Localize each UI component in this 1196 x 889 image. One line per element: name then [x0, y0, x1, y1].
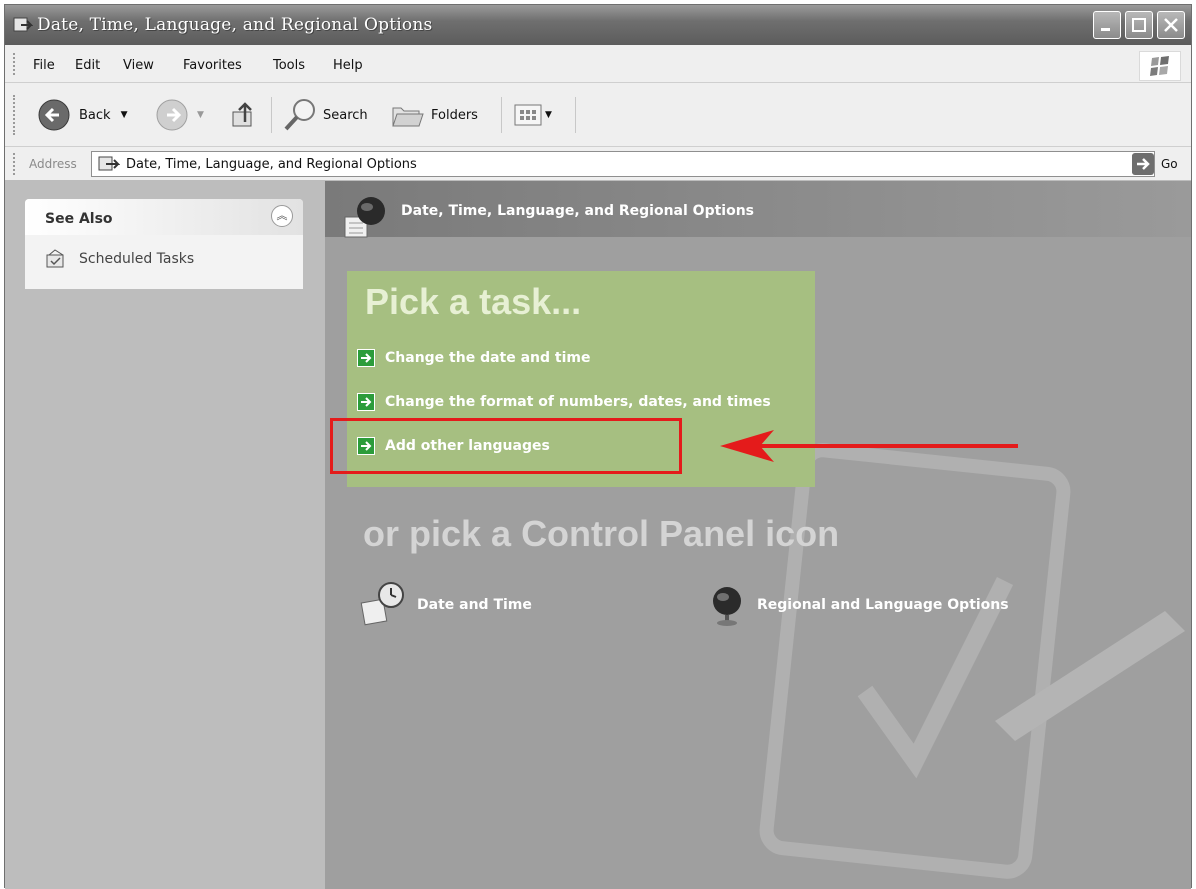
back-button[interactable]: Back ▼: [37, 95, 127, 135]
menu-file[interactable]: File: [33, 58, 55, 73]
close-button[interactable]: [1157, 11, 1185, 39]
chevron-up-icon: ︽: [276, 209, 288, 222]
standard-toolbar: Back ▼ ▼ Search Folders ▼: [5, 83, 1191, 147]
see-also-header[interactable]: See Also ︽: [25, 199, 303, 235]
toolbar-separator: [271, 97, 272, 133]
regional-language-label: Regional and Language Options: [757, 597, 1009, 613]
address-bar: Address Date, Time, Language, and Region…: [5, 147, 1191, 181]
maximize-button[interactable]: [1125, 11, 1153, 39]
globe-icon: [713, 587, 741, 626]
task-sidebar: See Also ︽ Scheduled Tasks: [5, 181, 325, 889]
menu-bar: File Edit View Favorites Tools Help: [5, 45, 1191, 83]
maximize-icon: [1132, 18, 1146, 32]
date-and-time-item[interactable]: Date and Time: [359, 579, 532, 631]
folders-label: Folders: [431, 107, 478, 123]
menu-help[interactable]: Help: [333, 58, 363, 73]
see-also-panel: See Also ︽ Scheduled Tasks: [25, 199, 303, 289]
date-time-globe-icon: [344, 197, 385, 238]
main-content: Date, Time, Language, and Regional Optio…: [325, 181, 1191, 889]
arrow-right-icon: [357, 393, 375, 411]
task-change-date-time[interactable]: Change the date and time: [357, 349, 591, 367]
checklist-watermark-icon: [759, 443, 1185, 879]
address-grip[interactable]: [13, 153, 18, 175]
regional-language-options-item[interactable]: Regional and Language Options: [705, 579, 1009, 631]
arrow-right-icon: [357, 349, 375, 367]
search-label: Search: [323, 107, 368, 123]
address-input[interactable]: Date, Time, Language, and Regional Optio…: [91, 151, 1155, 177]
scheduled-tasks-label: Scheduled Tasks: [79, 251, 195, 267]
views-button[interactable]: ▼: [513, 95, 552, 135]
folders-button[interactable]: Folders: [389, 95, 478, 135]
windows-logo: [1139, 51, 1181, 81]
category-title: Date, Time, Language, and Regional Optio…: [401, 203, 754, 219]
minimize-button[interactable]: [1093, 11, 1121, 39]
or-pick-icon-title: or pick a Control Panel icon: [363, 513, 840, 554]
minimize-icon: [1101, 28, 1110, 31]
date-and-time-label: Date and Time: [417, 597, 532, 613]
category-header: Date, Time, Language, and Regional Optio…: [325, 181, 1191, 238]
forward-dropdown-icon[interactable]: ▼: [197, 110, 204, 120]
folders-icon: [392, 107, 424, 127]
address-value: Date, Time, Language, and Regional Optio…: [126, 157, 417, 172]
menu-favorites[interactable]: Favorites: [183, 58, 242, 73]
highlight-box: [330, 418, 682, 474]
close-icon: [1164, 18, 1178, 32]
toolbar-separator: [575, 97, 576, 133]
collapse-button[interactable]: ︽: [271, 205, 293, 227]
toolbar-separator: [501, 97, 502, 133]
views-dropdown-icon[interactable]: ▼: [545, 110, 552, 120]
search-button[interactable]: Search: [281, 95, 368, 135]
pick-task-title: Pick a task...: [365, 281, 582, 322]
back-label: Back: [79, 107, 111, 123]
menu-edit[interactable]: Edit: [75, 58, 100, 73]
scheduled-tasks-icon: [46, 249, 64, 268]
up-folder-button[interactable]: [227, 95, 261, 135]
views-icon: [514, 104, 542, 126]
menu-view[interactable]: View: [123, 58, 154, 73]
up-folder-icon: [232, 102, 252, 127]
task-change-format[interactable]: Change the format of numbers, dates, and…: [357, 393, 771, 411]
clock-calendar-icon: [360, 582, 404, 626]
forward-arrow-icon: [156, 99, 188, 131]
forward-button[interactable]: ▼: [155, 95, 204, 135]
back-dropdown-icon[interactable]: ▼: [121, 110, 128, 120]
menu-grip[interactable]: [13, 53, 18, 75]
search-icon: [284, 99, 315, 131]
menu-tools[interactable]: Tools: [273, 58, 305, 73]
task-label: Change the format of numbers, dates, and…: [385, 394, 771, 410]
red-pointer-arrow-icon: [720, 430, 1018, 462]
windows-flag-icon: [1150, 56, 1169, 76]
back-arrow-icon: [38, 99, 70, 131]
toolbar-grip[interactable]: [13, 95, 18, 135]
control-panel-icon: [13, 17, 33, 32]
control-panel-icon: [98, 156, 120, 171]
go-arrow-icon[interactable]: [1131, 152, 1155, 176]
title-bar[interactable]: Date, Time, Language, and Regional Optio…: [5, 5, 1191, 45]
window-title: Date, Time, Language, and Regional Optio…: [37, 15, 433, 35]
address-label: Address: [29, 157, 77, 171]
task-label: Change the date and time: [385, 350, 591, 366]
go-button[interactable]: Go: [1161, 157, 1178, 171]
scheduled-tasks-link[interactable]: Scheduled Tasks: [45, 249, 194, 269]
see-also-title: See Also: [45, 211, 113, 227]
